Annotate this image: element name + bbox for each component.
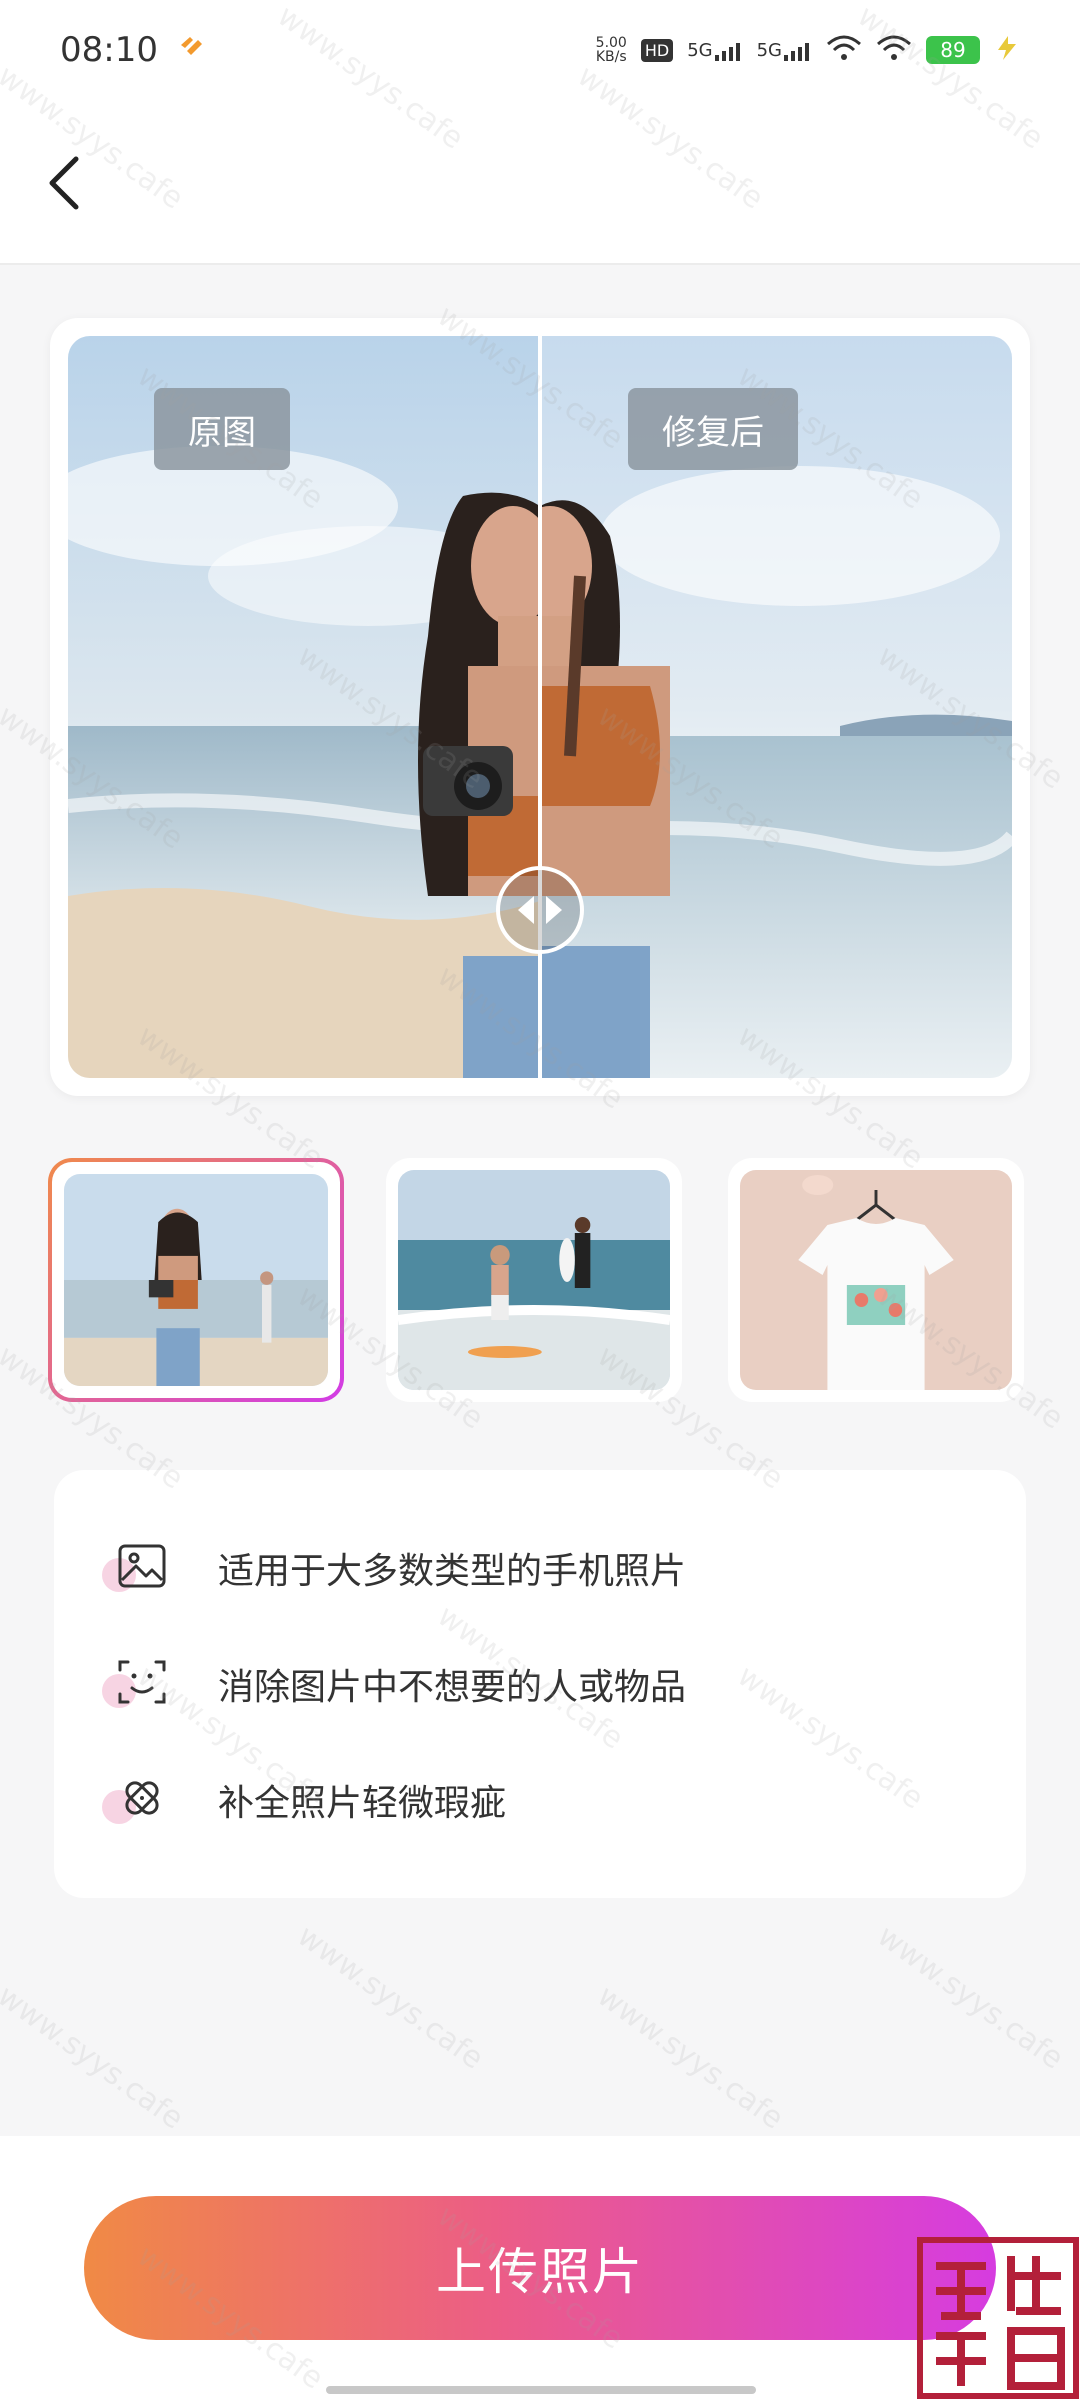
thumb-image: [64, 1174, 328, 1386]
app-notification-icon: [178, 35, 208, 65]
back-button[interactable]: [34, 148, 94, 218]
wifi-icon: [876, 34, 912, 66]
feature-text: 适用于大多数类型的手机照片: [218, 1551, 687, 1592]
feature-text: 消除图片中不想要的人或物品: [218, 1667, 687, 1708]
hd-icon: HD: [640, 38, 674, 62]
feature-item: 适用于大多数类型的手机照片: [102, 1510, 966, 1626]
seal-stamp-logo: [916, 2236, 1080, 2400]
watermark-text: www.syys.cafe: [870, 1918, 1070, 2077]
hd-label: HD: [640, 38, 674, 62]
watermark-text: www.syys.cafe: [290, 1918, 490, 2077]
feature-item: 消除图片中不想要的人或物品: [102, 1626, 966, 1742]
chevron-left-icon: [49, 156, 79, 210]
after-label: 修复后: [628, 388, 798, 470]
face-scan-icon: [102, 1654, 174, 1714]
features-card: 适用于大多数类型的手机照片 消除图片中不想要的人或物品 补全照片轻微瑕疵: [54, 1470, 1026, 1898]
sample-thumb-beach-woman[interactable]: [48, 1158, 344, 1402]
bandage-icon: [102, 1770, 174, 1830]
battery-indicator: 89: [926, 36, 980, 64]
net-speed-value: 5.00: [595, 35, 627, 51]
sample-thumbnails: [44, 1158, 1040, 1408]
compare-image[interactable]: 原图 修复后: [68, 336, 1012, 1078]
status-bar: 08:10 5.00 KB/s HD 5G 5G 89: [0, 0, 1080, 100]
thumb-image: [740, 1170, 1012, 1390]
status-left: 08:10: [60, 30, 208, 70]
watermark-text: www.syys.cafe: [0, 1978, 190, 2137]
before-label: 原图: [154, 388, 290, 470]
thumb-image: [398, 1170, 670, 1390]
sample-thumb-surf-kids[interactable]: [386, 1158, 682, 1402]
wifi-calling-icon: [826, 34, 862, 66]
original-photo: [68, 336, 540, 1078]
home-indicator[interactable]: [326, 2386, 756, 2394]
header: [0, 100, 1080, 265]
arrows-left-right-icon: [518, 896, 562, 924]
upload-photo-button[interactable]: 上传照片: [84, 2196, 996, 2340]
network-speed: 5.00 KB/s: [596, 36, 627, 64]
charging-icon: [994, 34, 1020, 66]
sig2-label: 5G: [756, 39, 782, 61]
watermark-text: www.syys.cafe: [590, 1978, 790, 2137]
compare-divider[interactable]: [538, 336, 542, 1078]
net-speed-unit: KB/s: [595, 49, 627, 65]
feature-item: 补全照片轻微瑕疵: [102, 1742, 966, 1858]
cellular-signal-1-icon: 5G: [687, 40, 742, 61]
status-time: 08:10: [60, 30, 158, 70]
status-right: 5.00 KB/s HD 5G 5G 89: [596, 34, 1020, 66]
sig1-label: 5G: [687, 39, 713, 61]
cellular-signal-2-icon: 5G: [757, 40, 812, 61]
compare-card: 原图 修复后: [50, 318, 1030, 1096]
image-icon: [102, 1538, 174, 1598]
sample-thumb-tshirt[interactable]: [728, 1158, 1024, 1402]
feature-text: 补全照片轻微瑕疵: [218, 1783, 507, 1824]
compare-slider-handle[interactable]: [496, 866, 584, 954]
